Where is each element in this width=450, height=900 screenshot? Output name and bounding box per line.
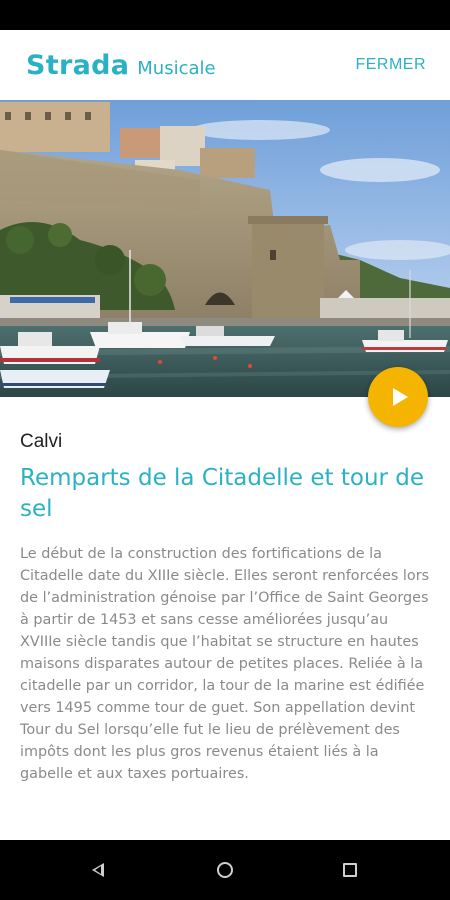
description-text: Le début de la construction des fortific…: [20, 546, 430, 782]
back-triangle-icon[interactable]: [92, 863, 104, 877]
close-button[interactable]: FERMER: [355, 56, 426, 74]
app-header: Strada Musicale FERMER: [0, 30, 450, 100]
hero-photo: [0, 100, 450, 397]
brand-logo: Strada Musicale: [26, 50, 216, 81]
app-screen: Strada Musicale FERMER Calvi Remparts de…: [0, 30, 450, 840]
brand-subtitle: Musicale: [137, 58, 216, 79]
recent-apps-square-icon[interactable]: [343, 863, 357, 877]
place-name: Calvi: [20, 431, 63, 452]
play-button[interactable]: [368, 367, 428, 427]
home-circle-icon[interactable]: [217, 862, 233, 878]
system-navigation-bar: [0, 840, 450, 900]
page-title: Remparts de la Citadelle et tour de sel: [20, 465, 425, 522]
brand-title: Strada: [26, 50, 130, 81]
status-bar: [0, 0, 450, 30]
citadel-harbor-illustration: [0, 100, 450, 397]
play-icon: [392, 388, 408, 406]
content-section: Calvi Remparts de la Citadelle et tour d…: [20, 430, 430, 785]
